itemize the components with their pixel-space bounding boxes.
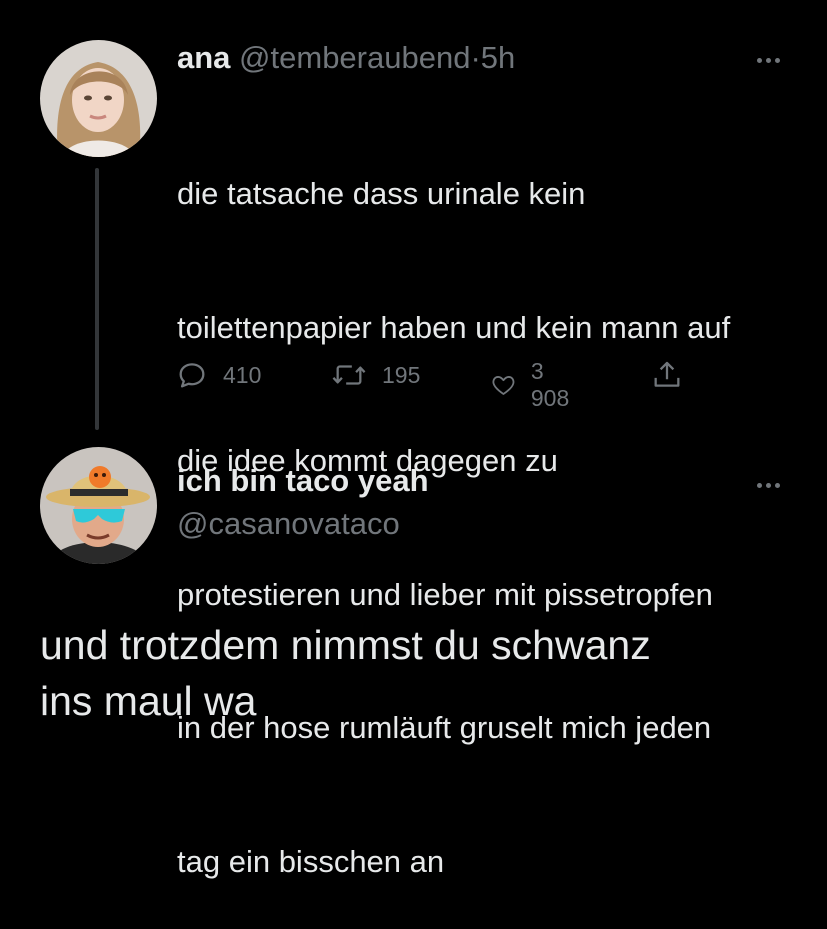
retweet-count: 195 (382, 361, 421, 388)
retweet-icon (332, 365, 366, 385)
tweet-text-line: toilettenpapier haben und kein mann auf (177, 309, 731, 345)
display-name[interactable]: ana (177, 40, 230, 75)
avatar-taco[interactable] (40, 447, 157, 564)
tweet-text-line: tag ein bisschen an (177, 843, 445, 879)
reply-icon (179, 363, 205, 388)
tweet-text-line: die tatsache dass urinale kein (177, 176, 586, 211)
reply-user-handle[interactable]: @casanovataco (177, 506, 400, 542)
share-icon (654, 361, 680, 387)
user-handle[interactable]: @temberaubend (239, 40, 470, 75)
thread-connector-line (95, 168, 99, 430)
retweet-button[interactable]: 195 (330, 358, 420, 392)
tweet-header: ana @temberaubend·5h (177, 40, 515, 76)
reply-text-line: und trotzdem nimmst du schwanz (40, 622, 651, 668)
reply-count: 410 (223, 361, 262, 388)
more-options-icon[interactable] (748, 48, 788, 72)
reply-text-line: ins maul wa (40, 678, 257, 724)
reply-tweet-text: und trotzdem nimmst du schwanz ins maul … (40, 617, 800, 729)
tweet-text-line: protestieren und lieber mit pissetropfen (177, 576, 713, 612)
avatar-taco-image (40, 447, 157, 564)
like-button[interactable]: 3 908 (490, 358, 576, 412)
reply-button[interactable]: 410 (175, 358, 261, 392)
heart-icon (492, 376, 515, 395)
avatar-ana[interactable] (40, 40, 157, 157)
more-options-icon[interactable] (748, 473, 788, 497)
tweet-timestamp[interactable]: 5h (481, 40, 515, 75)
avatar-ana-image (40, 40, 157, 157)
like-count: 3 908 (530, 358, 570, 411)
reply-display-name[interactable]: ich bin taco yeah (177, 463, 429, 499)
meta-separator: · (470, 40, 481, 75)
share-button[interactable] (650, 358, 684, 392)
